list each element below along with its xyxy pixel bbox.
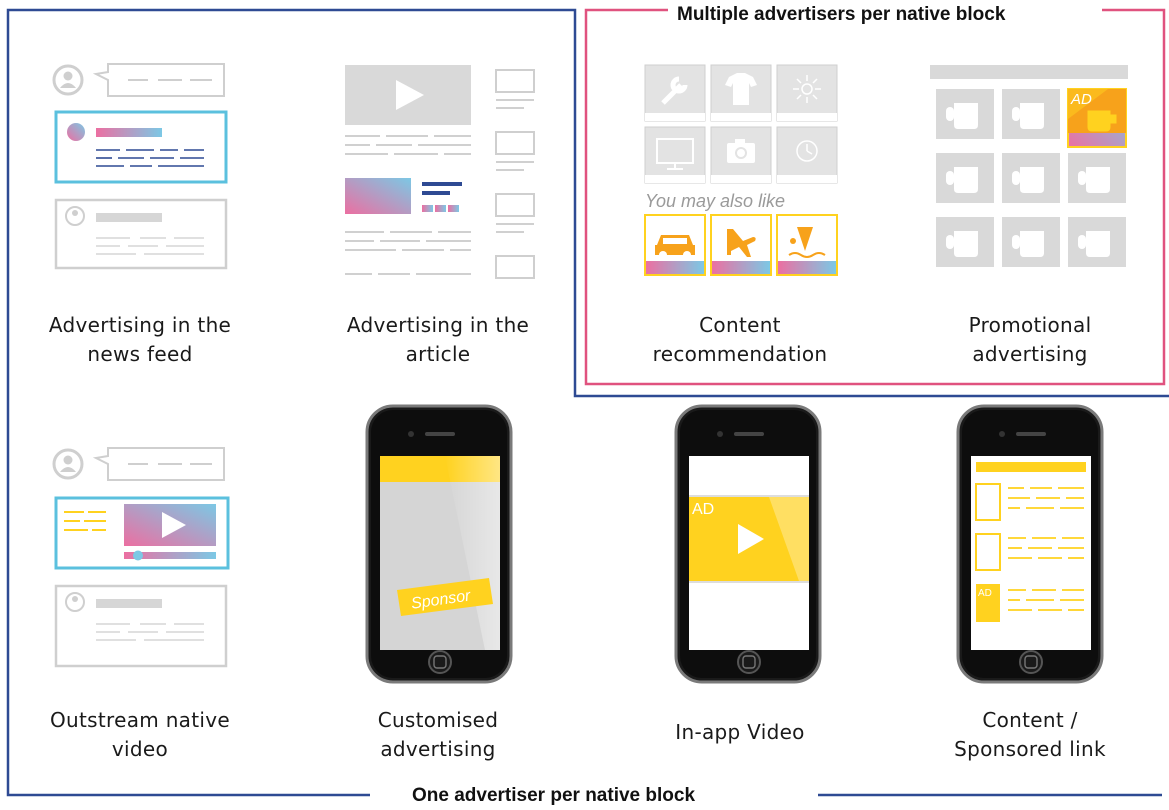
recommended-surf-card <box>776 214 838 276</box>
phone-in-app-video-illustration: AD <box>674 404 822 684</box>
ad-label: AD <box>1070 91 1092 108</box>
caption-content-recommendation: Content recommendation <box>652 313 828 366</box>
multiple-advertisers-title: Multiple advertisers per native block <box>677 4 1006 25</box>
home-button-icon <box>1019 650 1043 674</box>
content-recommendation-illustration: You may also like <box>644 64 838 276</box>
user-avatar-icon <box>52 448 84 480</box>
ad-label: AD <box>692 501 714 518</box>
article-illustration <box>345 65 535 279</box>
user-avatar-icon <box>52 64 84 96</box>
outstream-video-illustration <box>52 447 230 668</box>
caption-customised: Customised advertising <box>377 708 499 761</box>
caption-in-app-video: In-app Video <box>675 720 805 744</box>
regular-post-card <box>54 198 228 270</box>
home-button-icon <box>737 650 761 674</box>
recommended-car-card <box>644 214 706 276</box>
you-may-also-like-label: You may also like <box>645 191 785 211</box>
sponsored-post-card <box>54 110 228 184</box>
regular-post-card <box>54 584 228 668</box>
caption-news-feed: Advertising in the news feed <box>48 313 232 366</box>
video-ad-card <box>54 496 230 570</box>
caption-promotional: Promotional advertising <box>968 313 1092 366</box>
ad-label: AD <box>978 588 992 599</box>
news-feed-illustration <box>52 63 228 270</box>
phone-customised-illustration: Sponsor <box>365 404 513 684</box>
caption-article: Advertising in the article <box>346 313 530 366</box>
phone-sponsored-link-illustration: AD <box>956 404 1104 684</box>
home-button-icon <box>428 650 452 674</box>
caption-outstream-video: Outstream native video <box>50 708 230 761</box>
caption-sponsored-link: Content / Sponsored link <box>954 708 1106 761</box>
one-advertiser-title: One advertiser per native block <box>412 785 696 806</box>
ad-product-tile: AD <box>1067 88 1127 148</box>
product-grid: AD <box>936 88 1127 275</box>
recommended-flight-card <box>710 214 772 276</box>
promotional-illustration: AD <box>930 65 1128 275</box>
